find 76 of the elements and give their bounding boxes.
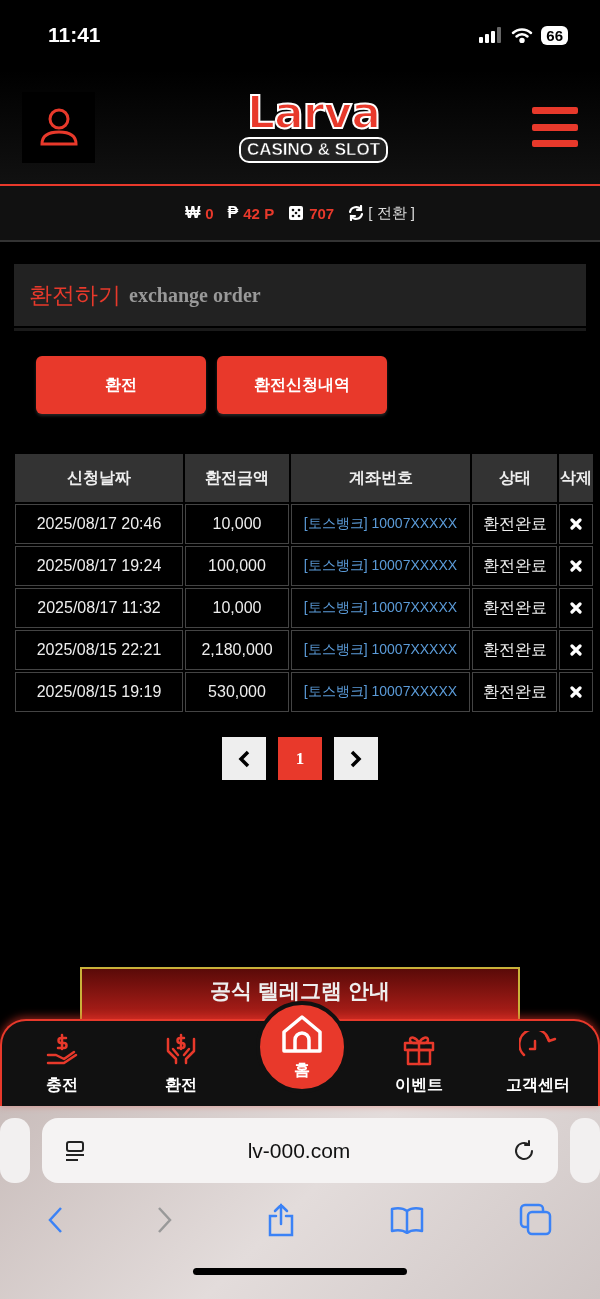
menu-button[interactable] xyxy=(532,107,578,147)
table-cell: 2025/08/17 19:24 xyxy=(15,546,183,586)
delete-button[interactable] xyxy=(559,504,593,544)
delete-button[interactable] xyxy=(559,672,593,712)
status-time: 11:41 xyxy=(48,23,101,47)
logo-subtitle: CASINO & SLOT xyxy=(238,137,389,163)
close-icon xyxy=(570,602,582,614)
chevron-left-icon xyxy=(238,749,250,768)
prev-page-button[interactable] xyxy=(222,737,266,780)
share-icon xyxy=(267,1203,295,1237)
table-cell: 10,000 xyxy=(185,588,289,628)
delete-button[interactable] xyxy=(559,546,593,586)
action-button[interactable]: 환전 xyxy=(36,356,206,414)
refresh-icon xyxy=(348,205,365,221)
table-cell: [토스뱅크] 10007XXXXX xyxy=(291,672,470,712)
user-button[interactable] xyxy=(22,91,95,163)
table-cell: [토스뱅크] 10007XXXXX xyxy=(291,504,470,544)
column-header: 삭제 xyxy=(559,454,593,502)
nav-item[interactable]: 이벤트 xyxy=(359,1021,479,1106)
logo-title: Larva xyxy=(247,91,380,135)
table-cell: 환전완료 xyxy=(472,504,557,544)
tabs-icon xyxy=(519,1203,553,1237)
user-icon xyxy=(38,107,79,147)
table-cell: [토스뱅크] 10007XXXXX xyxy=(291,630,470,670)
close-icon xyxy=(570,644,582,656)
nav-item[interactable]: 충전 xyxy=(2,1021,122,1106)
table-cell: 2,180,000 xyxy=(185,630,289,670)
table-cell: 2025/08/17 20:46 xyxy=(15,504,183,544)
table-cell: 10,000 xyxy=(185,504,289,544)
close-icon xyxy=(570,686,582,698)
url-text: lv-000.com xyxy=(247,1138,351,1163)
delete-button[interactable] xyxy=(559,588,593,628)
table-cell: 환전완료 xyxy=(472,588,557,628)
address-bar[interactable]: lv-000.com xyxy=(41,1118,559,1183)
column-header: 계좌번호 xyxy=(291,454,470,502)
page-menu-icon xyxy=(63,1139,86,1162)
page-button[interactable]: 1 xyxy=(278,737,322,780)
nav-item[interactable]: 환전 xyxy=(121,1021,241,1106)
delete-button[interactable] xyxy=(559,630,593,670)
column-header: 상태 xyxy=(472,454,557,502)
book-icon xyxy=(389,1206,425,1234)
chevron-left-icon xyxy=(47,1206,63,1234)
balance-value: 42 P xyxy=(243,204,275,222)
balance-value: 0 xyxy=(205,204,214,222)
telegram-banner[interactable]: 공식 텔레그램 안내 xyxy=(80,967,520,1019)
column-header: 환전금액 xyxy=(185,454,289,502)
table-cell: [토스뱅크] 10007XXXXX xyxy=(291,588,470,628)
table-cell: 환전완료 xyxy=(472,672,557,712)
battery-level: 66 xyxy=(541,25,568,45)
currency-symbol: ₩ xyxy=(185,204,201,222)
table-cell: 2025/08/15 19:19 xyxy=(15,672,183,712)
dice-icon xyxy=(288,205,305,221)
close-icon xyxy=(570,560,582,572)
home-icon xyxy=(280,1013,324,1054)
action-button[interactable]: 환전신청내역 xyxy=(217,356,387,414)
switch-button[interactable]: [ 전환 ] xyxy=(348,203,415,223)
table-cell: 환전완료 xyxy=(472,630,557,670)
currency-symbol: ₱ xyxy=(227,204,239,222)
table-cell: 2025/08/15 22:21 xyxy=(15,630,183,670)
balance-value: 707 xyxy=(309,204,335,222)
page-title: 환전하기 xyxy=(29,280,121,310)
table-cell: [토스뱅크] 10007XXXXX xyxy=(291,546,470,586)
wifi-icon xyxy=(511,27,534,43)
chevron-right-icon xyxy=(157,1206,173,1234)
table-cell: 100,000 xyxy=(185,546,289,586)
table-cell: 530,000 xyxy=(185,672,289,712)
chevron-right-icon xyxy=(350,749,362,768)
column-header: 신청날짜 xyxy=(15,454,183,502)
page-subtitle: exchange order xyxy=(129,283,261,307)
nav-item[interactable]: 고객센터 xyxy=(478,1021,598,1106)
table-cell: 2025/08/17 11:32 xyxy=(15,588,183,628)
close-icon xyxy=(570,518,582,530)
signal-icon xyxy=(479,27,504,43)
next-page-button[interactable] xyxy=(334,737,378,780)
banner-title: 공식 텔레그램 안내 xyxy=(210,978,390,1004)
table-cell: 환전완료 xyxy=(472,546,557,586)
